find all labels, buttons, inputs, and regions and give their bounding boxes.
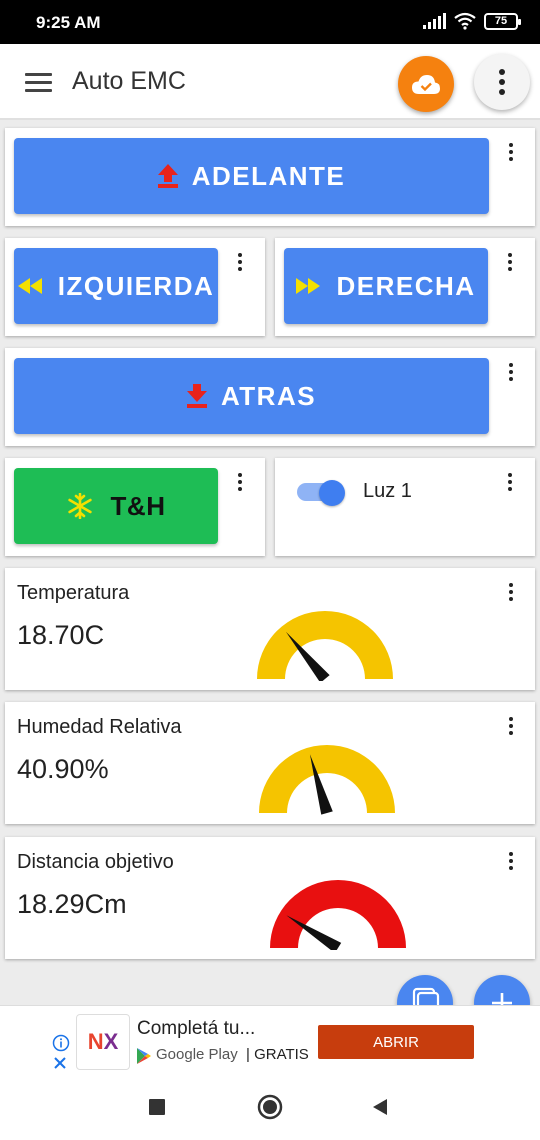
gauge-arc <box>257 611 393 679</box>
th-label: T&H <box>110 490 166 521</box>
derecha-card: DERECHA <box>275 238 535 336</box>
atras-label: ATRAS <box>220 380 317 411</box>
adelante-button[interactable]: ADELANTE <box>14 138 489 214</box>
luz-options-icon[interactable] <box>500 471 520 493</box>
status-icons: 75 <box>423 12 521 30</box>
back-icon[interactable] <box>371 1098 389 1116</box>
luz-card: Luz 1 <box>275 458 535 556</box>
app-title: Auto EMC <box>72 67 186 95</box>
izquierda-label: IZQUIERDA <box>57 270 215 301</box>
temperatura-options-icon[interactable] <box>501 581 521 603</box>
ad-store-name: Google Play <box>156 1046 238 1063</box>
cloud-sync-button[interactable] <box>398 56 454 112</box>
ad-app-logo[interactable]: NX <box>76 1014 130 1070</box>
system-nav-bar <box>0 1077 540 1140</box>
th-button[interactable]: T&H <box>14 468 218 544</box>
recents-icon[interactable] <box>148 1098 166 1116</box>
wifi-icon <box>454 12 476 30</box>
home-icon[interactable] <box>257 1094 283 1120</box>
th-card: T&H <box>5 458 265 556</box>
ad-banner[interactable]: NX Completá tu... Google Play | GRATIS A… <box>0 1005 540 1077</box>
adelante-label: ADELANTE <box>191 160 346 191</box>
distancia-gauge <box>270 880 406 950</box>
snowflake-icon <box>67 493 92 519</box>
ad-open-button[interactable]: ABRIR <box>318 1025 474 1059</box>
humedad-card: Humedad Relativa 40.90% <box>5 702 535 824</box>
status-time: 9:25 AM <box>36 13 101 32</box>
izquierda-card: IZQUIERDA <box>5 238 265 336</box>
derecha-button[interactable]: DERECHA <box>284 248 488 324</box>
ad-info-icon[interactable] <box>52 1034 70 1052</box>
distancia-value: 18.29Cm <box>17 889 127 919</box>
rewind-icon <box>17 278 42 294</box>
izquierda-options-icon[interactable] <box>230 251 250 273</box>
google-play-icon <box>137 1048 151 1064</box>
humedad-title: Humedad Relativa <box>17 716 182 738</box>
atras-card: ATRAS <box>5 348 535 446</box>
temperatura-card: Temperatura 18.70C <box>5 568 535 690</box>
app-bar: Auto EMC <box>0 44 540 120</box>
adelante-card: ADELANTE <box>5 128 535 226</box>
distancia-card: Distancia objetivo 18.29Cm <box>5 837 535 959</box>
luz-label: Luz 1 <box>363 480 412 502</box>
arrow-down-icon <box>186 384 207 408</box>
battery-icon: 75 <box>484 12 521 30</box>
fast-forward-icon <box>296 278 321 294</box>
ad-title: Completá tu... <box>137 1018 256 1039</box>
atras-options-icon[interactable] <box>501 361 521 383</box>
izquierda-button[interactable]: IZQUIERDA <box>14 248 218 324</box>
atras-button[interactable]: ATRAS <box>14 358 489 434</box>
ad-price: | GRATIS <box>246 1046 309 1063</box>
more-vert-icon <box>499 69 505 95</box>
distancia-options-icon[interactable] <box>501 850 521 872</box>
signal-icon <box>423 13 446 29</box>
humedad-value: 40.90% <box>17 754 109 784</box>
adelante-options-icon[interactable] <box>501 141 521 163</box>
more-options-button[interactable] <box>474 54 530 110</box>
arrow-up-icon <box>157 164 178 188</box>
derecha-label: DERECHA <box>336 270 476 301</box>
distancia-title: Distancia objetivo <box>17 851 174 873</box>
humedad-gauge <box>259 745 395 815</box>
status-bar: 9:25 AM 75 <box>0 0 540 44</box>
temperatura-value: 18.70C <box>17 620 105 650</box>
hamburger-menu-icon[interactable] <box>25 73 52 93</box>
luz-toggle[interactable] <box>297 480 347 506</box>
temperatura-title: Temperatura <box>17 582 130 604</box>
ad-logo-text: NX <box>87 1029 119 1054</box>
temperatura-gauge <box>257 611 393 681</box>
gauge-arc <box>270 880 406 948</box>
th-options-icon[interactable] <box>230 471 250 493</box>
ad-close-icon[interactable] <box>53 1056 67 1070</box>
derecha-options-icon[interactable] <box>500 251 520 273</box>
cloud-check-icon <box>412 75 440 94</box>
humedad-options-icon[interactable] <box>501 715 521 737</box>
